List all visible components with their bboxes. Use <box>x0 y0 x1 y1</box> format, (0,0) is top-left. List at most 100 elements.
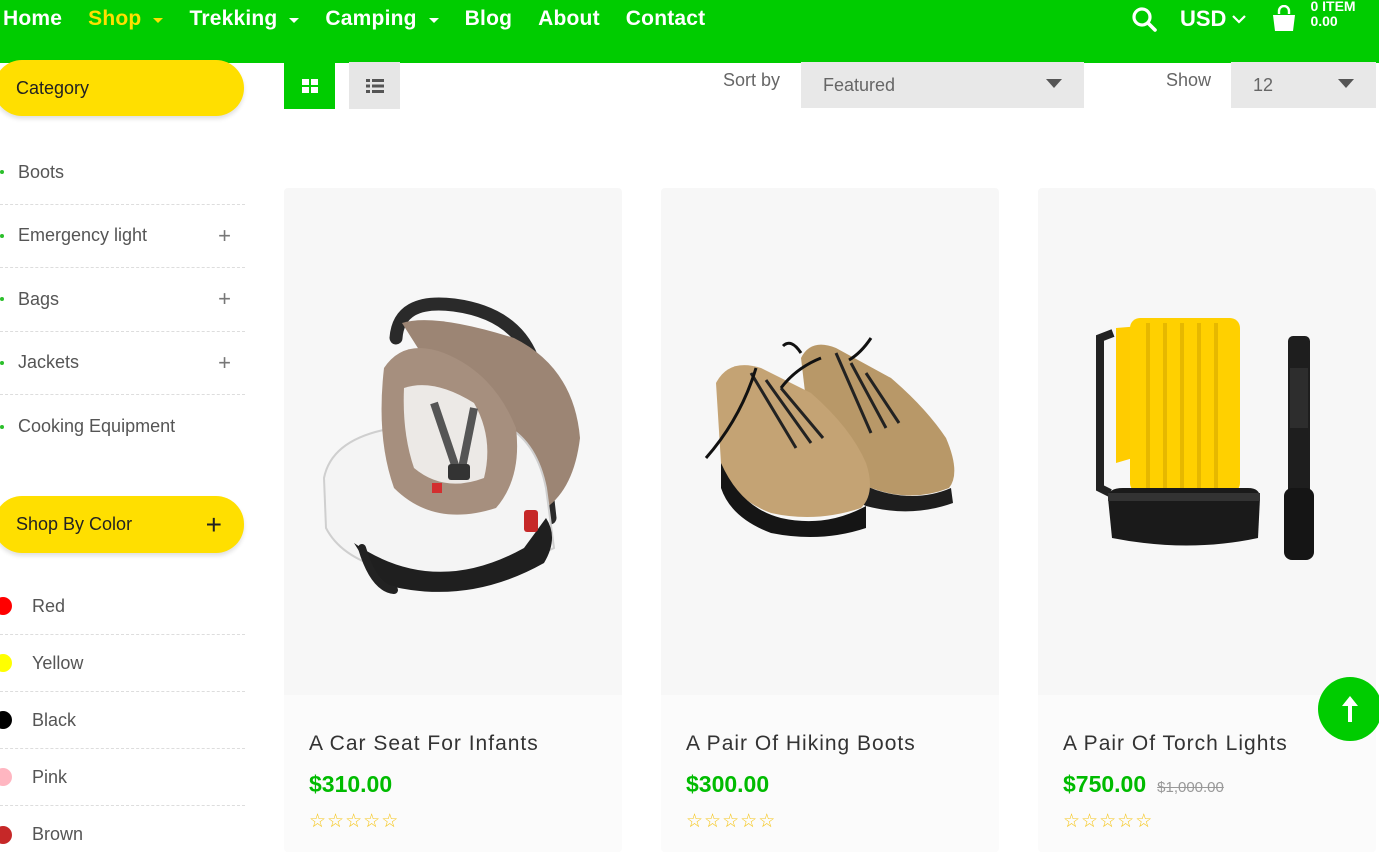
color-item-yellow[interactable]: Yellow <box>0 635 245 692</box>
category-item-jackets[interactable]: Jackets + <box>0 332 245 395</box>
star-icon: ☆ <box>686 811 704 832</box>
star-icon: ☆ <box>345 811 363 832</box>
color-item-brown[interactable]: Brown <box>0 806 245 863</box>
currency-selector[interactable]: USD <box>1180 6 1247 32</box>
star-icon: ☆ <box>381 811 399 832</box>
category-heading-label: Category <box>16 77 90 98</box>
bullet-dot-icon <box>0 233 4 238</box>
expand-plus-icon[interactable]: + <box>218 350 231 376</box>
color-swatch-yellow <box>0 654 12 672</box>
chevron-down-icon <box>1232 15 1247 24</box>
color-swatch-black <box>0 711 12 729</box>
star-icon: ☆ <box>309 811 327 832</box>
color-filter-list: Red Yellow Black Pink Brown <box>0 578 245 863</box>
star-icon: ☆ <box>740 811 758 832</box>
arrow-up-icon <box>1342 696 1358 722</box>
star-icon: ☆ <box>1099 811 1117 832</box>
product-card[interactable]: A Pair Of Hiking Boots $300.00 ☆ ☆ ☆ ☆ ☆ <box>661 188 999 852</box>
shopping-bag-icon <box>1273 5 1296 31</box>
star-icon: ☆ <box>1135 811 1153 832</box>
bullet-dot-icon <box>0 297 4 302</box>
star-icon: ☆ <box>1117 811 1135 832</box>
list-view-button[interactable] <box>349 62 400 109</box>
show-count-select[interactable]: 12 <box>1231 62 1376 108</box>
currency-label: USD <box>1180 6 1227 31</box>
hiking-boots-image[interactable] <box>661 188 999 695</box>
product-title[interactable]: A Car Seat For Infants <box>309 732 539 756</box>
nav-label: Contact <box>625 7 706 30</box>
star-icon: ☆ <box>1081 811 1099 832</box>
category-heading: Category <box>0 60 244 116</box>
product-price-row: $750.00 $1,000.00 <box>1063 771 1224 798</box>
expand-plus-icon[interactable]: + <box>218 223 231 249</box>
color-swatch-brown <box>0 825 12 844</box>
star-rating: ☆ ☆ ☆ ☆ ☆ <box>309 812 399 831</box>
product-title[interactable]: A Pair Of Torch Lights <box>1063 732 1288 756</box>
product-card[interactable]: A Car Seat For Infants $310.00 ☆ ☆ ☆ ☆ ☆ <box>284 188 622 852</box>
nav-item-shop[interactable]: Shop <box>88 7 164 31</box>
header-actions: USD 0 ITEM 0.00 <box>1130 0 1356 38</box>
nav-label: Blog <box>464 7 513 30</box>
grid-icon <box>301 78 318 93</box>
nav-item-camping[interactable]: Camping <box>325 7 439 31</box>
color-label: Black <box>32 709 77 730</box>
cart-item-count: 0 ITEM <box>1310 0 1356 14</box>
shop-by-color-heading[interactable]: Shop By Color + <box>0 496 244 553</box>
plus-icon[interactable]: + <box>206 510 222 539</box>
sort-by-value: Featured <box>823 74 896 95</box>
caret-down-icon <box>153 17 164 23</box>
nav-label: Home <box>3 7 63 30</box>
star-icon: ☆ <box>363 811 381 832</box>
nav-label: Shop <box>88 7 142 30</box>
product-card[interactable]: A Pair Of Torch Lights $750.00 $1,000.00… <box>1038 188 1376 852</box>
show-count-label: Show <box>1166 70 1212 90</box>
color-swatch-red <box>0 597 12 615</box>
category-label: Emergency light <box>18 225 148 246</box>
star-icon: ☆ <box>1063 811 1081 832</box>
color-label: Yellow <box>32 652 84 673</box>
nav-item-trekking[interactable]: Trekking <box>189 7 300 31</box>
show-count-value: 12 <box>1253 74 1274 95</box>
category-item-bags[interactable]: Bags + <box>0 268 245 332</box>
cart-button[interactable]: 0 ITEM 0.00 <box>1270 0 1356 33</box>
nav-item-home[interactable]: Home <box>3 7 62 31</box>
color-item-black[interactable]: Black <box>0 692 245 749</box>
color-label: Red <box>32 595 66 616</box>
category-label: Boots <box>18 161 65 182</box>
sort-by-select[interactable]: Featured <box>801 62 1084 108</box>
color-label: Pink <box>32 766 68 787</box>
product-price-row: $310.00 <box>309 771 392 798</box>
caret-down-icon <box>289 17 300 23</box>
search-icon[interactable] <box>1130 5 1158 33</box>
back-to-top-button[interactable] <box>1318 677 1379 741</box>
bullet-dot-icon <box>0 170 4 175</box>
nav-label: Camping <box>325 7 417 30</box>
grid-view-button[interactable] <box>284 62 335 109</box>
color-swatch-pink <box>0 768 12 786</box>
product-price: $310.00 <box>309 771 393 797</box>
product-title[interactable]: A Pair Of Hiking Boots <box>686 732 916 756</box>
category-item-cooking-equipment[interactable]: Cooking Equipment <box>0 395 245 459</box>
product-price: $750.00 <box>1063 771 1147 797</box>
car-seat-image[interactable] <box>284 188 622 695</box>
star-icon: ☆ <box>704 811 722 832</box>
caret-down-icon <box>428 17 439 23</box>
category-item-emergency-light[interactable]: Emergency light + <box>0 205 245 268</box>
star-rating: ☆ ☆ ☆ ☆ ☆ <box>1063 812 1153 831</box>
cart-total: 0.00 <box>1310 13 1338 29</box>
bullet-dot-icon <box>0 360 4 365</box>
nav-label: Trekking <box>189 7 278 30</box>
star-icon: ☆ <box>327 811 345 832</box>
expand-plus-icon[interactable]: + <box>218 286 231 312</box>
top-navigation-bar: Home Shop Trekking Camping Blog About Co… <box>0 0 1379 63</box>
torch-lights-image[interactable] <box>1038 188 1376 695</box>
color-item-red[interactable]: Red <box>0 578 245 635</box>
category-item-boots[interactable]: Boots <box>0 141 245 205</box>
nav-item-contact[interactable]: Contact <box>626 7 706 31</box>
color-item-pink[interactable]: Pink <box>0 749 245 806</box>
star-icon: ☆ <box>758 811 776 832</box>
star-icon: ☆ <box>722 811 740 832</box>
nav-item-about[interactable]: About <box>538 7 600 31</box>
nav-item-blog[interactable]: Blog <box>465 7 512 31</box>
dropdown-arrow-icon <box>1338 79 1354 88</box>
